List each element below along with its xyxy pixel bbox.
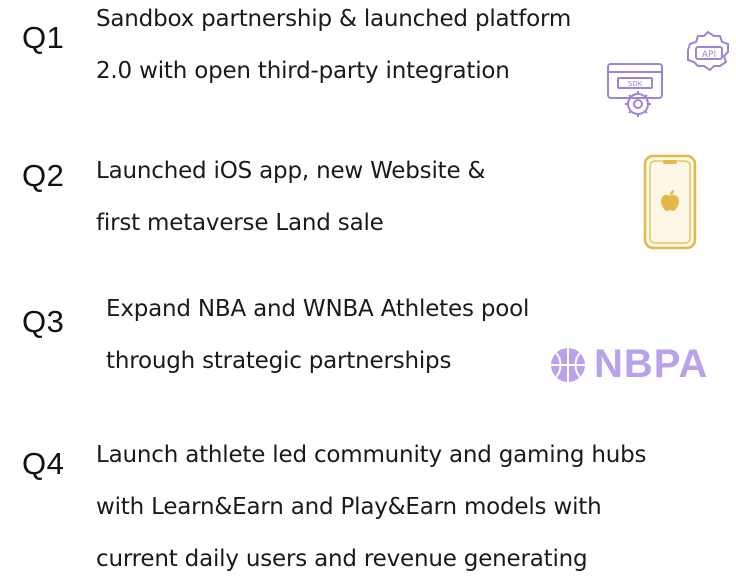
q4-line-3: current daily users and revenue generati… xyxy=(96,546,588,572)
q4-line-2: with Learn&Earn and Play&Earn models wit… xyxy=(96,494,602,520)
q4-line-1: Launch athlete led community and gaming … xyxy=(96,442,647,468)
q3-line-1: Expand NBA and WNBA Athletes pool xyxy=(106,296,530,322)
q2-line-2: first metaverse Land sale xyxy=(96,210,384,236)
q4-label: Q4 xyxy=(22,446,65,481)
api-label: API xyxy=(702,50,716,60)
q2-line-1: Launched iOS app, new Website & xyxy=(96,158,486,184)
nbpa-logo: NBPA xyxy=(548,342,708,387)
basketball-icon xyxy=(551,347,585,382)
sdk-label: SDK xyxy=(628,80,643,88)
iphone-apple-icon xyxy=(636,152,704,252)
q3-line-2: through strategic partnerships xyxy=(106,348,452,374)
q1-line-1: Sandbox partnership & launched platform xyxy=(96,6,572,32)
q1-label: Q1 xyxy=(22,20,65,55)
nbpa-logo-text: NBPA xyxy=(594,342,709,386)
q3-label: Q3 xyxy=(22,304,65,339)
q2-label: Q2 xyxy=(22,158,65,193)
api-sdk-icon: API SDK xyxy=(600,14,730,124)
q1-line-2: 2.0 with open third-party integration xyxy=(96,58,510,84)
